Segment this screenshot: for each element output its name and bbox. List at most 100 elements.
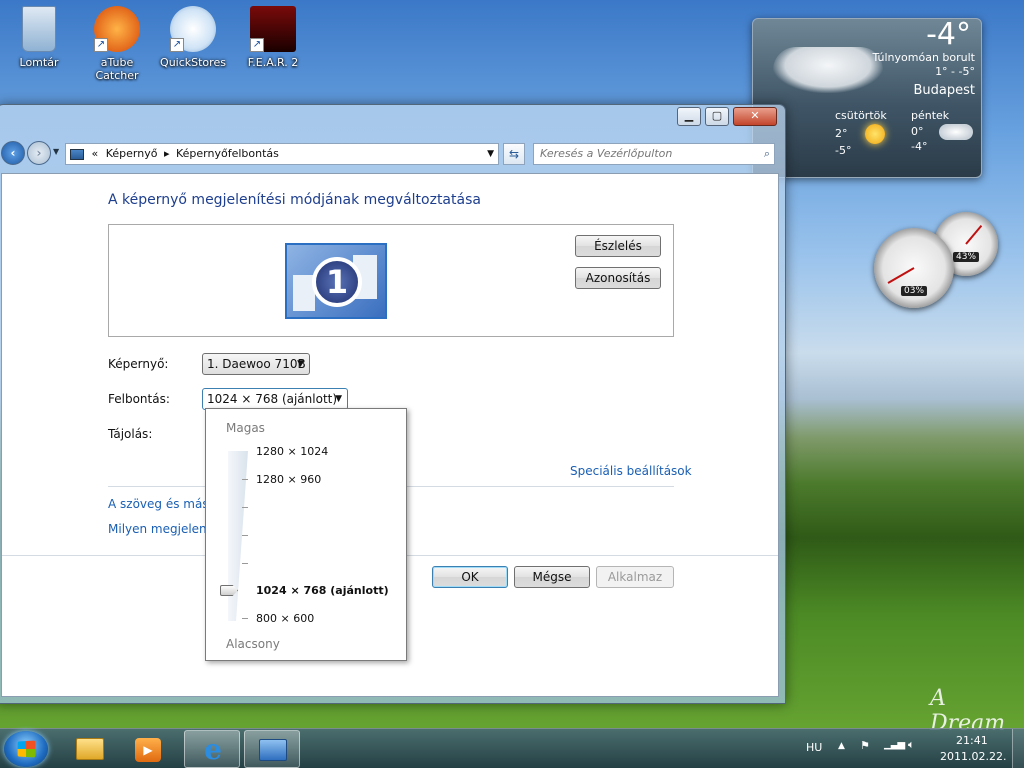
- volume-icon[interactable]: 🔈︎: [908, 738, 915, 752]
- display-settings-icon: [259, 739, 287, 761]
- fear2-desktop-icon[interactable]: ↗ F.E.A.R. 2: [238, 6, 308, 69]
- high-label: Magas: [226, 421, 265, 435]
- identify-button[interactable]: Azonosítás: [575, 267, 661, 289]
- slider-tick: [242, 507, 248, 508]
- forecast-low: -5°: [835, 144, 852, 157]
- media-player-taskbar-button[interactable]: ▶: [120, 730, 176, 768]
- ok-button[interactable]: OK: [432, 566, 508, 588]
- cpu-meter-gauge[interactable]: 03%: [874, 228, 954, 308]
- forward-arrow-icon[interactable]: ›: [27, 141, 51, 165]
- cpu-needle: [887, 267, 915, 284]
- maximize-button[interactable]: ▢: [705, 107, 729, 126]
- sun-icon: [865, 124, 885, 144]
- address-dropdown-icon[interactable]: ▼: [487, 144, 494, 164]
- forecast-day: csütörtök 2° -5°: [835, 109, 905, 157]
- fear2-label: F.E.A.R. 2: [247, 56, 299, 69]
- slider-tick: [242, 479, 248, 480]
- internet-explorer-taskbar-button[interactable]: e: [184, 730, 240, 768]
- recycle-bin-icon: [22, 6, 56, 52]
- weather-condition: Túlnyomóan borult: [872, 51, 975, 64]
- close-button[interactable]: ✕: [733, 107, 777, 126]
- text-size-link[interactable]: A szöveg és más e: [108, 497, 220, 511]
- taskbar: ▶ e HU ▲ ⚑ ▁▃▅ 🔈︎ 21:41 2011.02.22.: [0, 728, 1024, 768]
- display-select[interactable]: 1. Daewoo 710B ▼: [202, 353, 310, 375]
- resolution-option[interactable]: 800 × 600: [256, 612, 314, 625]
- quickstores-label: QuickStores: [160, 56, 226, 69]
- folder-icon: [76, 738, 104, 760]
- forecast-high: 0°: [911, 125, 924, 138]
- chevron-down-icon: ▼: [297, 359, 304, 369]
- back-arrow-icon[interactable]: ‹: [1, 141, 25, 165]
- display-settings-help-link[interactable]: Milyen megjelenít: [108, 522, 215, 536]
- minimize-button[interactable]: ▁: [677, 107, 701, 126]
- slider-tick: [242, 535, 248, 536]
- forecast-day-name: péntek: [911, 109, 950, 122]
- action-center-flag-icon[interactable]: ⚑: [860, 739, 870, 752]
- quickstores-icon: ↗: [170, 6, 216, 52]
- monitor-1-preview[interactable]: 1: [285, 243, 387, 319]
- shortcut-arrow-icon: ↗: [170, 38, 184, 52]
- chevron-down-icon: ▼: [335, 394, 342, 404]
- search-icon[interactable]: ⌕: [764, 144, 770, 164]
- breadcrumb-item-display[interactable]: Képernyő: [106, 147, 158, 160]
- explorer-taskbar-button[interactable]: [62, 730, 118, 768]
- cancel-button[interactable]: Mégse: [514, 566, 590, 588]
- language-indicator[interactable]: HU: [806, 741, 822, 754]
- weather-gadget[interactable]: -4° Túlnyomóan borult 1° - -5° Budapest …: [752, 18, 982, 178]
- show-desktop-button[interactable]: [1012, 729, 1024, 768]
- resolution-label: Felbontás:: [108, 392, 170, 406]
- weather-city: Budapest: [913, 83, 976, 98]
- slider-tick: [242, 618, 248, 619]
- resolution-dropdown: Magas 1280 × 1024 1280 × 960 1024 × 768 …: [205, 408, 407, 661]
- forecast-day-name: csütörtök: [835, 109, 887, 122]
- advanced-settings-link[interactable]: Speciális beállítások: [570, 464, 692, 478]
- display-select-value: 1. Daewoo 710B: [207, 357, 306, 371]
- windows-logo-icon: [17, 740, 36, 758]
- fear2-icon: ↗: [250, 6, 296, 52]
- internet-explorer-icon: e: [204, 733, 222, 766]
- start-button[interactable]: [4, 731, 48, 767]
- recent-pages-chevron-icon[interactable]: ▼: [53, 147, 59, 156]
- control-panel-icon: [70, 148, 84, 160]
- resolution-option[interactable]: 1280 × 1024: [256, 445, 328, 458]
- cloudy-icon: [773, 47, 883, 93]
- forecast-day: péntek 0° -4°: [911, 109, 981, 153]
- atube-catcher-desktop-icon[interactable]: ↗ aTube Catcher: [82, 6, 152, 82]
- atube-catcher-label: aTube Catcher: [95, 56, 139, 82]
- quickstores-desktop-icon[interactable]: ↗ QuickStores: [158, 6, 228, 69]
- clock-time[interactable]: 21:41: [956, 734, 988, 747]
- address-bar[interactable]: « Képernyő ▸ Képernyőfelbontás ▼: [65, 143, 499, 165]
- control-panel-taskbar-button[interactable]: [244, 730, 300, 768]
- shortcut-arrow-icon: ↗: [94, 38, 108, 52]
- resolution-select[interactable]: 1024 × 768 (ajánlott) ▼: [202, 388, 348, 410]
- detect-button[interactable]: Észlelés: [575, 235, 661, 257]
- cloud-icon: [939, 124, 973, 140]
- monitor-number-badge: 1: [312, 257, 362, 307]
- memory-percent: 43%: [952, 252, 980, 262]
- atube-catcher-icon: ↗: [94, 6, 140, 52]
- clock-date[interactable]: 2011.02.22.: [940, 750, 1006, 763]
- apply-button[interactable]: Alkalmaz: [596, 566, 674, 588]
- refresh-icon[interactable]: ⇆: [503, 143, 525, 165]
- recycle-bin-desktop-icon[interactable]: Lomtár: [4, 6, 74, 69]
- temperature-range: 1° - -5°: [935, 65, 975, 78]
- low-label: Alacsony: [226, 637, 280, 651]
- forecast-high: 2°: [835, 127, 848, 140]
- page-title: A képernyő megjelenítési módjának megvál…: [108, 192, 481, 208]
- network-icon[interactable]: ▁▃▅: [884, 739, 905, 750]
- current-temperature: -4°: [926, 18, 971, 52]
- orientation-label: Tájolás:: [108, 427, 153, 441]
- recycle-bin-label: Lomtár: [19, 56, 59, 69]
- search-input[interactable]: Keresés a Vezérlőpulton ⌕: [533, 143, 775, 165]
- navigation-bar: ‹ › ▼ « Képernyő ▸ Képernyőfelbontás ▼ ⇆…: [0, 136, 783, 170]
- show-hidden-icons-icon[interactable]: ▲: [838, 741, 845, 751]
- resolution-option-selected[interactable]: 1024 × 768 (ajánlott): [256, 584, 389, 597]
- memory-needle: [965, 224, 983, 245]
- resolution-select-value: 1024 × 768 (ajánlott): [207, 392, 338, 406]
- slider-tick: [242, 563, 248, 564]
- shortcut-arrow-icon: ↗: [250, 38, 264, 52]
- monitor-preview-box: 1 Észlelés Azonosítás: [108, 224, 674, 337]
- resolution-option[interactable]: 1280 × 960: [256, 473, 321, 486]
- breadcrumb-item-resolution[interactable]: Képernyőfelbontás: [176, 147, 279, 160]
- breadcrumb-prefix: «: [91, 147, 99, 160]
